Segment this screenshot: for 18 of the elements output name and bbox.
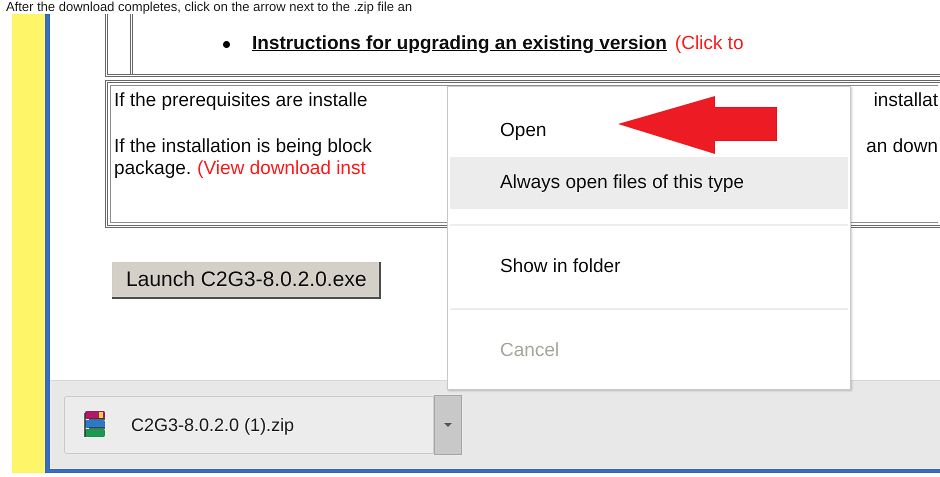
instruction-text: After the download completes, click on the arrow next to the .zip file an (5, 0, 414, 14)
paragraph-text: If the prerequisites are installe (114, 90, 368, 112)
download-menu-button[interactable] (434, 395, 462, 455)
file-name: C2G3-8.0.2.0 (1).zip (131, 414, 294, 436)
download-instructions-link[interactable]: (View download inst (197, 158, 366, 180)
click-note: (Click to (674, 33, 744, 55)
paragraph-text: package. (114, 158, 192, 180)
paragraph-text: installat (874, 90, 938, 112)
paragraph-text: an down (866, 136, 938, 158)
menu-item[interactable]: Always open files of this type (450, 157, 848, 209)
caret-icon (443, 422, 453, 428)
download-item[interactable]: C2G3-8.0.2.0 (1).zip (64, 396, 434, 454)
upgrade-instructions-link[interactable]: Instructions for upgrading an existing version (252, 33, 667, 55)
paragraph-text: If the installation is being block (114, 136, 372, 158)
menu-item[interactable]: Show in folder (450, 241, 848, 293)
launch-button[interactable]: Launch C2G3-8.0.2.0.exe (112, 262, 380, 299)
bullet-icon (223, 40, 230, 48)
menu-item[interactable]: Open (450, 105, 848, 157)
